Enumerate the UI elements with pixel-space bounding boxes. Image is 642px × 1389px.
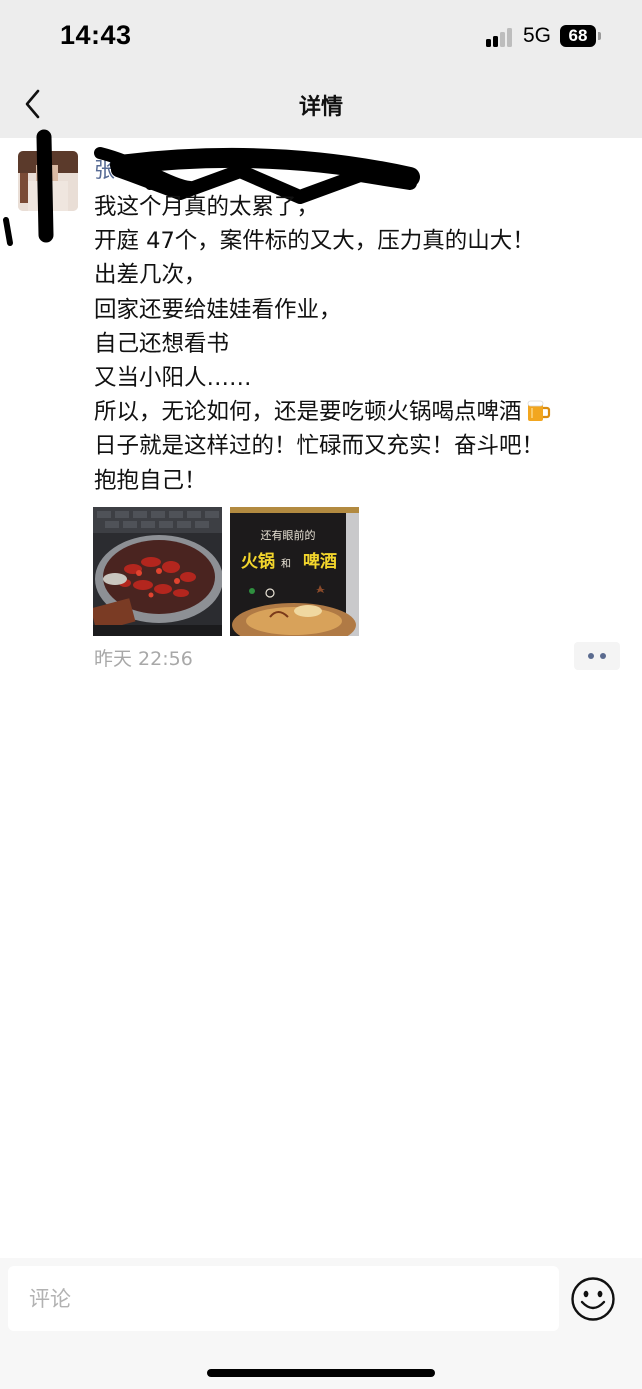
comment-input[interactable] <box>8 1266 559 1331</box>
post-line: 我这个月真的太累了， <box>94 194 320 220</box>
post-line: 开庭 47个，案件标的又大，压力真的山大！ <box>94 228 535 255</box>
poster-hotpot: 火锅 <box>241 551 275 572</box>
hotpot-crayfish-photo[interactable] <box>93 507 222 636</box>
hotpot-beer-poster-photo[interactable]: 还有眼前的 火锅 和 啤酒 <box>230 507 359 636</box>
poster-beer: 啤酒 <box>303 551 337 572</box>
more-button[interactable] <box>574 642 620 670</box>
post-text: 我这个月真的太累了， 开庭 47个，案件标的又大，压力真的山大！ 出差几次， 回… <box>94 190 624 498</box>
post-line: 又当小阳人…… <box>94 365 252 392</box>
battery-cap <box>598 32 601 40</box>
post-line: 回家还要给娃娃看作业， <box>94 296 342 323</box>
poster-line-1: 还有眼前的 <box>261 528 316 542</box>
smiley-icon[interactable] <box>570 1276 616 1322</box>
status-time: 14:43 <box>60 20 132 50</box>
network-label: 5G <box>523 24 552 47</box>
post-line-with-emoji: 所以，无论如何，还是要吃顿火锅喝点啤酒 <box>94 395 624 429</box>
home-indicator <box>207 1369 435 1377</box>
post-line: 日子就是这样过的！忙碌而又充实！奋斗吧！ <box>94 433 545 460</box>
comment-bar <box>0 1258 642 1389</box>
post-line: 出差几次， <box>94 262 207 289</box>
post-line: 抱抱自己！ <box>94 467 207 494</box>
more-dots-icon <box>600 653 606 659</box>
post-timestamp: 昨天 22:56 <box>94 648 193 670</box>
signal-icon <box>486 27 516 47</box>
photo-content: 还有眼前的 火锅 和 啤酒 <box>230 507 359 636</box>
more-dots-icon <box>588 653 594 659</box>
post-line: 自己还想看书 <box>94 330 230 357</box>
battery-icon: 68 <box>560 25 596 47</box>
poster-and: 和 <box>281 558 291 570</box>
beer-mug-icon <box>527 400 550 422</box>
status-bar: 14:43 5G 68 <box>0 0 642 70</box>
post-line: 所以，无论如何，还是要吃顿火锅喝点啤酒 <box>94 399 522 426</box>
page-title: 详情 <box>298 95 343 120</box>
photo-content <box>93 507 222 636</box>
